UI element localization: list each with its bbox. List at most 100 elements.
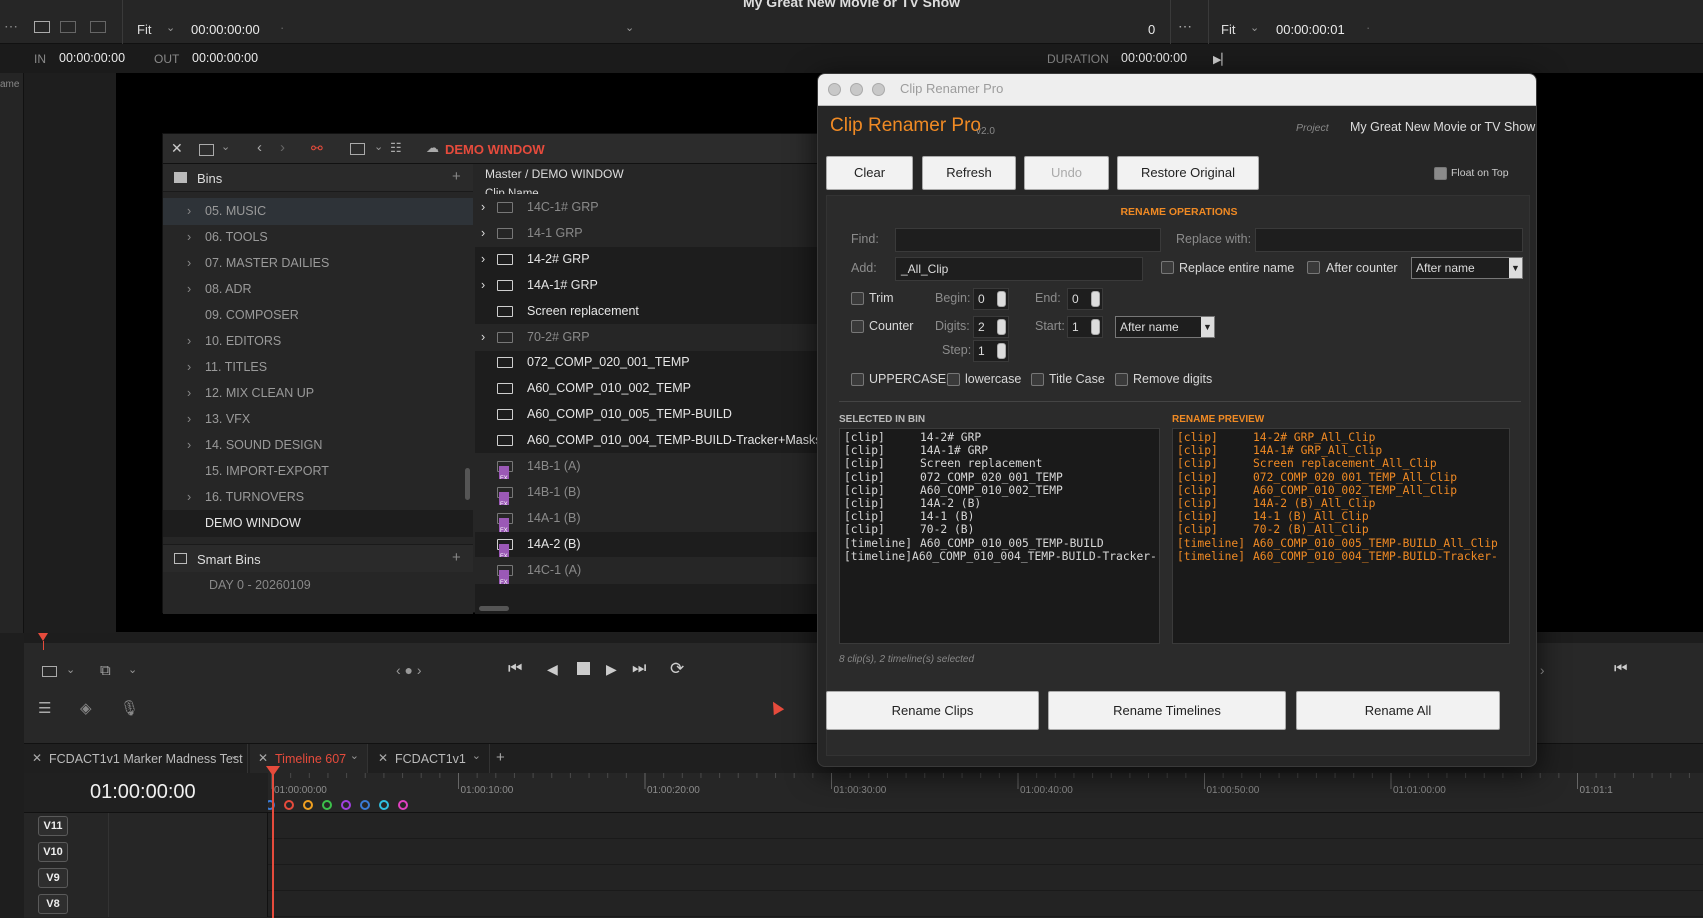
bin-item[interactable]: › 10. EDITORS — [163, 328, 473, 355]
bin-item[interactable]: › 05. MUSIC — [163, 198, 473, 225]
record-timecode[interactable]: 00:00:00:01 — [1276, 22, 1345, 37]
output-icon[interactable]: ⧉ — [100, 662, 111, 679]
tab-inactive[interactable]: ✕ FCDACT1v1 Marker Madness Test ⌄ — [24, 744, 248, 774]
rename-all-button[interactable]: Rename All — [1296, 691, 1500, 730]
out-timecode[interactable]: 00:00:00:00 — [192, 51, 258, 65]
smart-bin-item[interactable]: DAY 0 - 20260109 — [163, 572, 473, 599]
end-stepper[interactable]: 0 — [1067, 288, 1103, 310]
playhead-marker[interactable] — [38, 633, 48, 641]
tab-inactive[interactable]: ✕ FCDACT1v1 ⌄ — [370, 744, 490, 774]
bin-item[interactable]: 15. IMPORT-EXPORT — [163, 458, 473, 485]
track-label[interactable]: V10 — [38, 842, 68, 862]
stepper-arrows-icon[interactable] — [1091, 319, 1100, 335]
chevron-down-icon[interactable]: ⌄ — [472, 749, 481, 762]
preview-list[interactable]: [clip] 14-2# GRP_All_Clip [clip] 14A-1# GRP… — [1172, 428, 1510, 644]
stepper-arrows-icon[interactable] — [997, 291, 1006, 307]
bin-item[interactable]: 09. COMPOSER — [163, 302, 473, 329]
more-icon[interactable]: ⋯ — [1178, 18, 1192, 35]
timeline-marker[interactable] — [284, 800, 294, 810]
bin-item[interactable]: › 11. TITLES — [163, 354, 473, 381]
close-tab-icon[interactable]: ✕ — [32, 751, 42, 765]
stepper-arrows-icon[interactable] — [997, 319, 1006, 335]
chevron-down-icon[interactable]: ⌄ — [166, 21, 175, 34]
track-label[interactable]: V8 — [38, 894, 68, 914]
timeline-options-icon[interactable]: ☰ — [38, 699, 51, 717]
go-to-start-icon[interactable]: ⏮ — [1614, 660, 1628, 677]
clear-button[interactable]: Clear — [826, 156, 913, 190]
bin-item[interactable]: › 13. VFX — [163, 406, 473, 433]
clips-scrollbar[interactable] — [479, 606, 509, 611]
add-position-select[interactable]: After name ▼ — [1411, 257, 1523, 279]
begin-stepper[interactable]: 0 — [973, 288, 1009, 310]
add-timeline-tab-icon[interactable]: + — [496, 749, 505, 766]
forward-icon[interactable]: › — [280, 139, 285, 156]
rename-timelines-button[interactable]: Rename Timelines — [1048, 691, 1286, 730]
chevron-right-icon[interactable]: › — [187, 198, 191, 225]
play-reverse-icon[interactable]: ◀ — [547, 661, 558, 678]
bin-item[interactable]: › 07. MASTER DAILIES — [163, 250, 473, 277]
back-icon[interactable]: ‹ — [257, 139, 262, 156]
clip-row[interactable]: › 14-1 GRP — [475, 219, 820, 247]
thumbnail-view-icon[interactable] — [350, 143, 365, 155]
stepper-arrows-icon[interactable] — [1091, 291, 1100, 307]
stepper-arrows-icon[interactable] — [997, 343, 1006, 359]
chevron-down-icon[interactable]: ⌄ — [1250, 21, 1259, 34]
loop-icon[interactable]: ⟳ — [670, 659, 684, 679]
timeline-marker[interactable] — [379, 800, 389, 810]
close-tab-icon[interactable]: ✕ — [258, 751, 268, 765]
rename-clips-button[interactable]: Rename Clips — [826, 691, 1039, 730]
more-icon[interactable]: ⋯ — [4, 18, 18, 35]
bin-item[interactable]: › 14. SOUND DESIGN — [163, 432, 473, 459]
clip-row[interactable]: FX 14A-1 (B) — [475, 504, 820, 532]
layout-single-icon[interactable] — [34, 21, 50, 33]
float-on-top-checkbox[interactable] — [1434, 167, 1447, 180]
sidebar-toggle-icon[interactable] — [199, 144, 214, 156]
unlink-icon[interactable]: ⚯ — [311, 140, 323, 157]
clip-view-icon[interactable] — [42, 666, 57, 677]
in-timecode[interactable]: 00:00:00:00 — [59, 51, 125, 65]
chevron-right-icon[interactable]: › — [187, 432, 191, 459]
clip-row[interactable]: FX 14B-1 (A) — [475, 453, 820, 480]
clip-row[interactable]: › 70-2# GRP — [475, 323, 820, 351]
snapping-icon[interactable]: ◈ — [80, 699, 92, 717]
start-stepper[interactable]: 1 — [1067, 316, 1103, 338]
chevron-right-icon[interactable]: › — [187, 484, 191, 511]
lowercase-checkbox[interactable] — [947, 373, 960, 386]
microphone-icon[interactable]: 🎙 — [120, 699, 139, 717]
chevron-right-icon[interactable]: › — [187, 276, 191, 303]
chevron-right-icon[interactable]: › — [187, 380, 191, 407]
chevron-down-icon[interactable]: ⌄ — [230, 749, 239, 762]
replace-entire-checkbox[interactable] — [1161, 261, 1174, 274]
refresh-button[interactable]: Refresh — [922, 156, 1016, 190]
clip-row[interactable]: FX 14C-1 (A) — [475, 556, 820, 584]
find-input[interactable] — [895, 228, 1161, 252]
restore-original-button[interactable]: Restore Original — [1117, 156, 1259, 190]
chevron-right-icon[interactable]: › — [481, 324, 485, 351]
after-counter-checkbox[interactable] — [1307, 261, 1320, 274]
clip-row[interactable]: › 14A-1# GRP — [475, 272, 820, 299]
timeline-timecode[interactable]: 01:00:00:00 — [90, 781, 196, 804]
clip-dropdown-chevron-icon[interactable]: ⌄ — [625, 21, 634, 34]
counter-position-select[interactable]: After name ▼ — [1115, 316, 1215, 338]
chevron-right-icon[interactable]: › — [481, 272, 485, 299]
clip-row[interactable]: › 14-2# GRP — [475, 246, 820, 273]
bin-item[interactable]: › 08. ADR — [163, 276, 473, 303]
clip-row[interactable]: 072_COMP_020_001_TEMP — [475, 349, 820, 376]
timeline-zoom-fit-dropdown[interactable]: Fit — [1221, 22, 1235, 37]
clip-row[interactable]: A60_COMP_010_002_TEMP — [475, 375, 820, 402]
bin-item[interactable]: › 06. TOOLS — [163, 224, 473, 251]
digits-stepper[interactable]: 2 — [973, 316, 1009, 338]
bin-item[interactable]: › 12. MIX CLEAN UP — [163, 380, 473, 407]
jog-control[interactable]: ‹ ● › — [396, 662, 422, 678]
timeline-marker[interactable] — [303, 800, 313, 810]
go-to-start-icon[interactable]: ⏮ — [508, 660, 522, 678]
selected-list[interactable]: [clip] 14-2# GRP [clip] 14A-1# GRP [clip] Scr… — [839, 428, 1160, 644]
bin-item[interactable]: DEMO WINDOW — [163, 510, 473, 537]
track-label[interactable]: V11 — [38, 816, 68, 836]
stop-icon[interactable] — [577, 662, 590, 675]
clip-row[interactable]: A60_COMP_010_004_TEMP-BUILD-Tracker+Mask… — [475, 427, 820, 454]
chevron-right-icon[interactable]: › — [187, 224, 191, 251]
close-tab-icon[interactable]: ✕ — [378, 751, 388, 765]
layout-grid-icon[interactable] — [90, 21, 106, 33]
replace-input[interactable] — [1255, 228, 1523, 252]
